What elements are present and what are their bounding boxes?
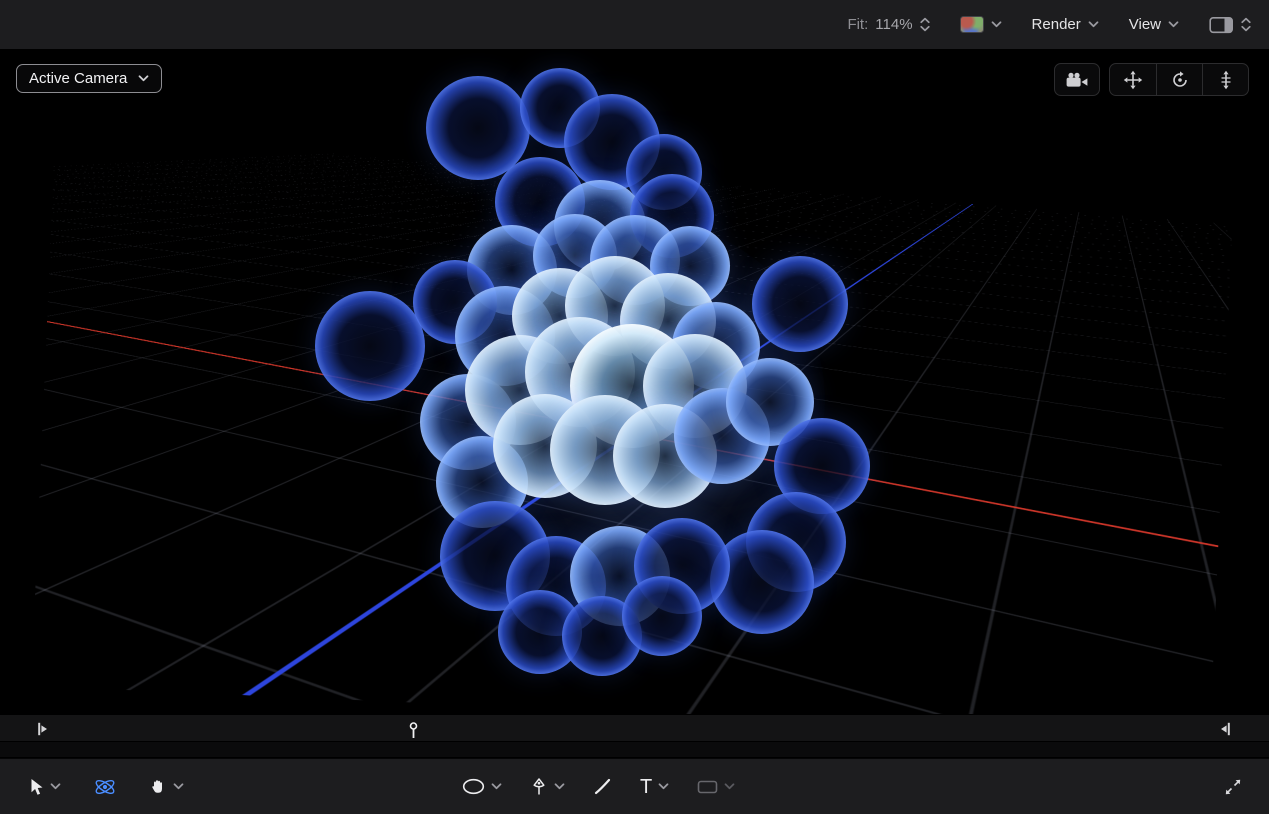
range-start-marker[interactable]: [38, 722, 48, 736]
orbit-icon: [1170, 70, 1190, 90]
chevron-down-icon: [138, 75, 149, 82]
text-tool-icon: T: [640, 777, 652, 797]
rectangle-tool-disabled: [697, 779, 735, 795]
particle-sphere: [752, 256, 848, 352]
mini-timeline[interactable]: [0, 714, 1269, 742]
chevron-down-icon: [491, 783, 502, 790]
color-channels-icon: [960, 16, 984, 33]
bezier-pen-icon: [530, 777, 548, 797]
pan-view-button[interactable]: [1110, 64, 1156, 95]
paint-stroke-tool[interactable]: [593, 777, 612, 796]
render-label: Render: [1032, 16, 1081, 33]
zoom-fit-control[interactable]: Fit: 114%: [847, 16, 929, 33]
camera-icon: [1065, 72, 1089, 88]
particle-sphere: [315, 291, 425, 401]
canvas-viewport[interactable]: Active Camera: [0, 50, 1269, 714]
chevron-down-icon: [1088, 21, 1099, 28]
render-popup[interactable]: Render: [1032, 16, 1099, 33]
ellipse-shape-tool[interactable]: [462, 778, 502, 795]
chevron-down-icon: [991, 21, 1002, 28]
pan-arrows-icon: [1123, 70, 1143, 90]
channels-popup[interactable]: [960, 16, 1002, 33]
paint-stroke-icon: [593, 777, 612, 796]
bottom-toolbar: T: [0, 758, 1269, 814]
text-tool[interactable]: T: [640, 777, 669, 797]
zoom-stepper-icon[interactable]: [920, 17, 930, 32]
chevron-down-icon: [724, 783, 735, 790]
active-camera-popup[interactable]: Active Camera: [16, 64, 162, 93]
chevron-down-icon: [1168, 21, 1179, 28]
3d-transform-tool[interactable]: [93, 775, 117, 799]
camera-view-button[interactable]: [1054, 63, 1100, 96]
orbit-view-button[interactable]: [1156, 64, 1202, 95]
range-end-marker[interactable]: [1220, 722, 1230, 736]
hand-icon: [149, 778, 167, 796]
ellipse-icon: [462, 778, 485, 795]
select-tool[interactable]: [30, 778, 61, 796]
window-layout-icon: [1209, 16, 1234, 34]
arrow-cursor-icon: [30, 778, 44, 796]
rectangle-icon: [697, 779, 718, 795]
3d-transform-icon: [93, 775, 117, 799]
dolly-icon: [1216, 70, 1236, 90]
view-label: View: [1129, 16, 1161, 33]
pan-hand-tool[interactable]: [149, 778, 184, 796]
diagonal-resize-icon: [1223, 777, 1243, 797]
view-popup[interactable]: View: [1129, 16, 1179, 33]
chevron-down-icon: [658, 783, 669, 790]
dolly-view-button[interactable]: [1202, 64, 1248, 95]
3d-view-tools: [1054, 63, 1249, 96]
expand-toolbar-button[interactable]: [1223, 777, 1243, 797]
window-layout-control[interactable]: [1209, 16, 1251, 34]
fit-value: 114%: [875, 16, 912, 33]
particle-sphere: [622, 576, 702, 656]
camera-transform-tools: [1109, 63, 1249, 96]
fit-label: Fit:: [847, 16, 868, 33]
chevron-down-icon: [554, 783, 565, 790]
active-camera-label: Active Camera: [29, 70, 127, 87]
timeline-track[interactable]: [0, 742, 1269, 758]
toolbar-right-group: [1223, 759, 1243, 814]
bezier-tool[interactable]: [530, 777, 565, 797]
top-toolbar: Fit: 114% Render View: [0, 0, 1269, 50]
shape-mask-tools-group: T: [462, 759, 735, 814]
layout-stepper-icon[interactable]: [1241, 17, 1251, 32]
chevron-down-icon: [50, 783, 61, 790]
transform-tools-group: [30, 759, 184, 814]
sphere-layer: [0, 50, 1269, 714]
chevron-down-icon: [173, 783, 184, 790]
timeline-playhead[interactable]: [408, 722, 419, 739]
